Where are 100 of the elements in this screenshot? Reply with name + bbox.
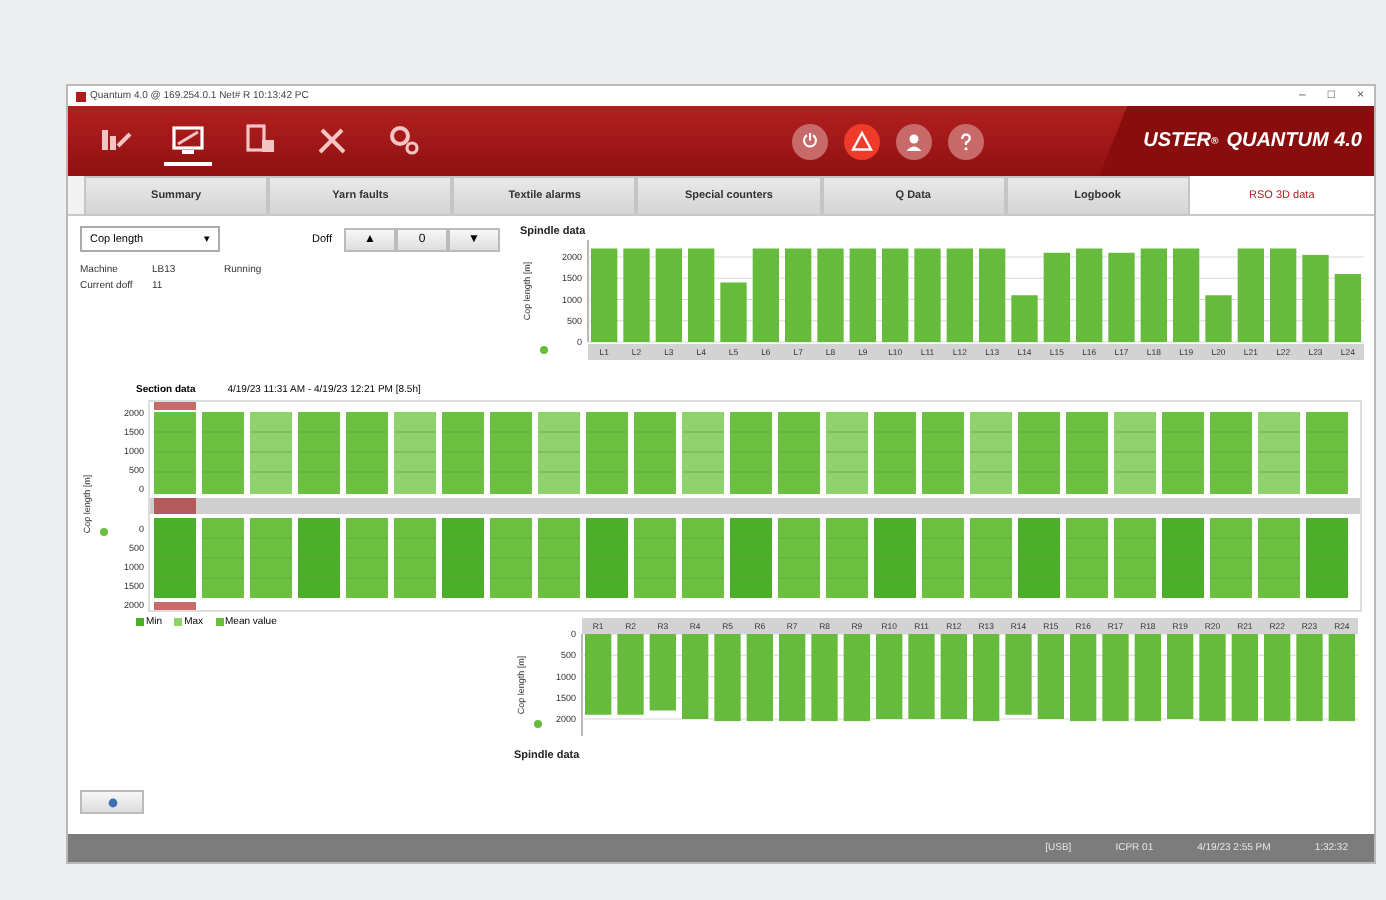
app-icon [76,91,86,101]
bar [1258,412,1300,494]
bar [746,634,773,722]
gears-icon [386,121,422,157]
bar [922,518,964,598]
bar [1070,634,1097,722]
bar [730,412,772,494]
legend-dot [540,346,548,354]
bar [586,518,628,598]
bar [634,518,676,598]
bar [1066,518,1108,598]
bar [778,518,820,598]
bar [538,412,580,494]
bar [1114,518,1156,598]
bar [1302,254,1329,342]
bar [730,518,772,598]
bar [1037,634,1064,719]
bar [973,634,1000,722]
bar [1173,248,1200,342]
bar [682,634,709,719]
bar [785,248,812,342]
action-button[interactable] [80,790,144,814]
bar [874,518,916,598]
bar [1258,518,1300,598]
bar [617,634,644,715]
bar [908,634,935,719]
bar [779,634,806,722]
bar [586,412,628,494]
bar [682,412,724,494]
bar [946,248,973,342]
bar [442,412,484,494]
bar [811,634,838,722]
bar [1210,412,1252,494]
bar [1306,518,1348,598]
bar [849,248,876,342]
bar [1306,412,1348,494]
warning-button[interactable] [844,123,880,159]
bar [882,248,909,342]
bar [1199,634,1226,722]
help-button[interactable] [948,123,984,159]
bar [538,518,580,598]
bar [1237,248,1264,342]
power-icon [798,129,822,153]
bar [1167,634,1194,719]
bar [914,248,941,342]
legend-dot [100,528,108,536]
bar [826,518,868,598]
bar [682,518,724,598]
bar [250,412,292,494]
bar [1205,295,1232,342]
bar [346,412,388,494]
bar [843,634,870,722]
warning-icon [850,129,874,153]
bar [250,518,292,598]
bar [1270,248,1297,342]
bar [490,412,532,494]
bar [752,248,779,342]
bar [394,412,436,494]
bar [442,518,484,598]
bar [649,634,676,711]
bar [720,282,747,342]
bar [154,412,196,494]
bar [623,248,650,342]
bar [970,518,1012,598]
bar [154,518,196,598]
bar [1066,412,1108,494]
brand-logo: USTER$^{®}$ QUANTUM 4.0 [1099,106,1374,176]
bar [591,248,618,342]
bar [1018,412,1060,494]
bar [298,412,340,494]
bar [1114,412,1156,494]
bar [202,412,244,494]
bar [394,518,436,598]
bar [1328,634,1355,722]
bar [655,248,682,342]
bar [1264,634,1291,722]
bar [1076,248,1103,342]
bar [202,518,244,598]
dot-icon [107,797,117,807]
bar [688,248,715,342]
limit-marker [154,402,196,410]
bar [970,412,1012,494]
power-button[interactable] [792,123,828,159]
bar [940,634,967,719]
bar [1210,518,1252,598]
bar [1334,274,1361,342]
document-icon [242,121,278,157]
person-icon [902,129,926,153]
bar [634,412,676,494]
bar [826,412,868,494]
person-button[interactable] [896,123,932,159]
bar [346,518,388,598]
bar [1011,295,1038,342]
bar [778,412,820,494]
bar [817,248,844,342]
bar [585,634,612,715]
bar [298,518,340,598]
y-axis [581,633,583,737]
bar [1231,634,1258,722]
bar [1162,412,1204,494]
